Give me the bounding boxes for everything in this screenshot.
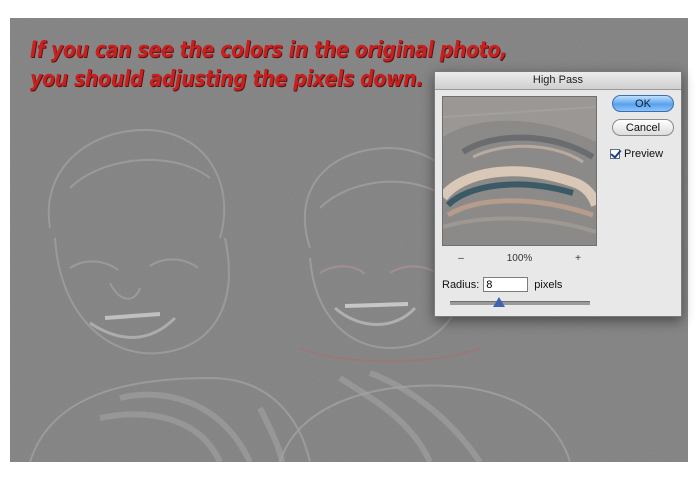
radius-slider[interactable]	[450, 297, 590, 307]
caption-line-1: If you can see the colors in the origina…	[30, 38, 507, 63]
preview-toggle[interactable]: Preview	[610, 148, 663, 160]
radius-input[interactable]	[483, 277, 529, 292]
screenshot-frame: If you can see the colors in the origina…	[0, 0, 700, 478]
zoom-out-button[interactable]: –	[454, 253, 468, 264]
zoom-controls: – 100% +	[442, 253, 597, 264]
cancel-button[interactable]: Cancel	[612, 119, 674, 136]
zoom-level: 100%	[506, 253, 533, 264]
filter-preview[interactable]	[442, 96, 597, 246]
preview-image	[443, 97, 596, 245]
ok-button[interactable]: OK	[612, 95, 674, 112]
high-pass-dialog: High Pass – 100% + OK Cancel Preview Rad…	[434, 71, 682, 317]
radius-unit: pixels	[534, 278, 563, 291]
dialog-title[interactable]: High Pass	[435, 72, 681, 90]
radius-row: Radius: pixels	[442, 277, 562, 292]
radius-slider-thumb[interactable]	[493, 297, 505, 307]
radius-label: Radius:	[442, 278, 480, 291]
preview-checkbox[interactable]	[610, 149, 620, 159]
preview-label: Preview	[624, 148, 664, 160]
zoom-in-button[interactable]: +	[571, 253, 585, 264]
